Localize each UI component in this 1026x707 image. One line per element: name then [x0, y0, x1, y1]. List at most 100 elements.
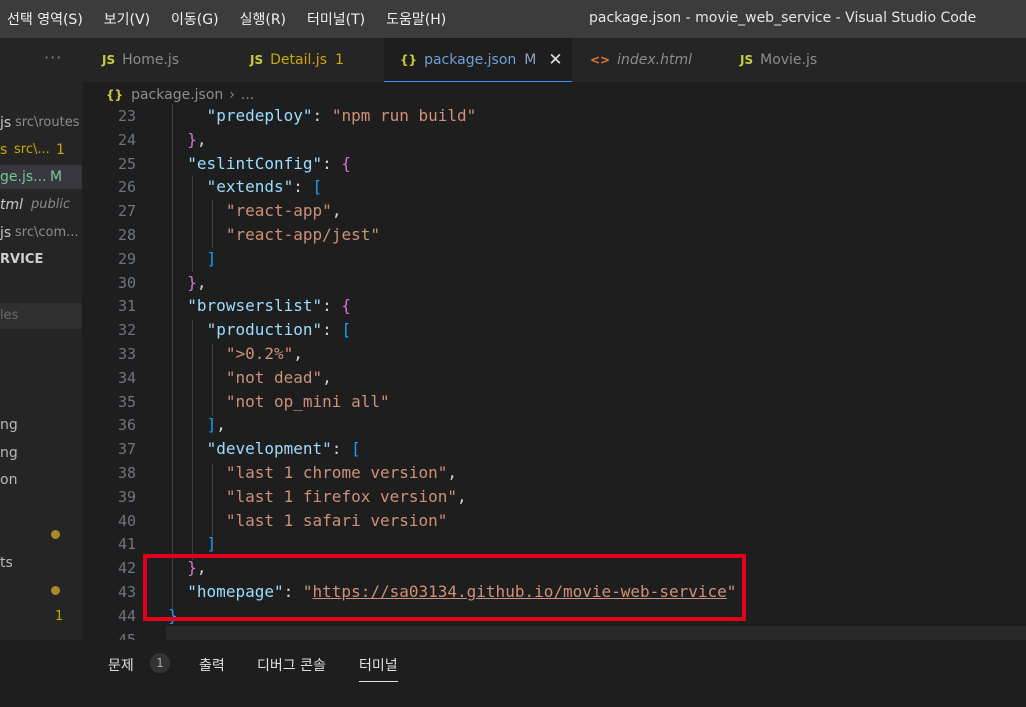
tree-item[interactable]: ng — [0, 417, 18, 433]
line-number: 37 — [117, 440, 136, 459]
open-editor-item[interactable]: s src\... 1 — [0, 138, 82, 162]
code-text: "last 1 chrome version", — [225, 463, 458, 482]
modified-dot-icon — [51, 586, 60, 595]
breadcrumb-file[interactable]: package.json — [131, 87, 223, 103]
line-number: 42 — [117, 559, 136, 578]
open-editor-item[interactable]: js src\com... — [0, 221, 82, 245]
code-text: }, — [187, 129, 207, 149]
open-editor-dir: src\routes — [15, 115, 80, 130]
code-line[interactable]: 34 "not dead", — [82, 366, 1026, 390]
open-editor-name: tml — [0, 197, 24, 213]
open-editor-dir: public — [31, 197, 71, 212]
tab-detail-js[interactable]: JS Detail.js 1 — [250, 38, 344, 82]
tab-index-html[interactable]: <> index.html — [590, 38, 692, 82]
tree-item[interactable]: ng — [0, 445, 18, 461]
html-file-icon: <> — [590, 53, 611, 67]
title-bar: 선택 영역(S) 보기(V) 이동(G) 실행(R) 터미널(T) 도움말(H)… — [0, 0, 1026, 38]
line-number: 27 — [117, 202, 136, 221]
tab-terminal[interactable]: 터미널 — [359, 655, 398, 682]
open-editor-name: js — [0, 115, 12, 131]
code-line[interactable]: 39 "last 1 firefox version", — [82, 485, 1026, 509]
tab-debug-console[interactable]: 디버그 콘솔 — [257, 655, 326, 675]
code-text: ">0.2%", — [225, 344, 303, 363]
code-line[interactable]: 30 }, — [82, 271, 1026, 295]
tab-problems[interactable]: 문제 — [108, 655, 134, 675]
code-text: "predeploy": "npm run build" — [206, 106, 477, 125]
tab-output[interactable]: 출력 — [199, 655, 225, 675]
open-editor-name: ge.js... — [0, 169, 47, 185]
tab-package-json[interactable]: {} package.json M ✕ — [384, 38, 572, 82]
tab-label: Home.js — [122, 52, 180, 68]
tab-home-js[interactable]: JS Home.js — [102, 38, 179, 82]
menu-selection[interactable]: 선택 영역(S) — [7, 9, 83, 29]
tab-movie-js[interactable]: JS Movie.js — [740, 38, 817, 82]
tab-label: Detail.js — [270, 52, 327, 68]
line-number: 24 — [117, 130, 136, 149]
code-line[interactable]: 38 "last 1 chrome version", — [82, 461, 1026, 485]
modified-badge: M — [524, 51, 537, 68]
code-text: ] — [206, 534, 217, 554]
problem-count-badge: 1 — [55, 609, 64, 624]
line-number: 38 — [117, 464, 136, 482]
code-text: "extends": [ — [206, 177, 323, 197]
line-number: 31 — [117, 297, 136, 316]
line-number: 34 — [117, 368, 136, 387]
code-line[interactable]: 26 "extends": [ — [82, 175, 1026, 199]
code-line[interactable]: 27 "react-app", — [82, 199, 1026, 223]
project-section-header[interactable]: RVICE — [0, 252, 43, 267]
problems-count-badge: 1 — [150, 653, 170, 673]
code-line[interactable]: 25 "eslintConfig": { — [82, 152, 1026, 176]
close-icon[interactable]: ✕ — [548, 50, 562, 70]
code-line[interactable]: 23 "predeploy": "npm run build" — [82, 104, 1026, 128]
breadcrumb-more[interactable]: ... — [241, 87, 254, 103]
code-line[interactable]: 37 "development": [ — [82, 437, 1026, 461]
code-line[interactable]: 31 "browserslist": { — [82, 294, 1026, 318]
search-input[interactable]: les — [0, 303, 82, 329]
code-text: "not dead", — [225, 367, 332, 387]
menu-view[interactable]: 보기(V) — [104, 9, 150, 29]
line-number: 41 — [117, 535, 136, 554]
current-line-highlight — [166, 626, 1026, 640]
code-line[interactable]: 40 "last 1 safari version" — [82, 509, 1026, 533]
code-text: "eslintConfig": { — [187, 153, 352, 173]
explorer-sidebar: ··· js src\routes s src\... 1 ge.js... M… — [0, 38, 82, 707]
tree-item[interactable]: on — [0, 472, 17, 488]
json-file-icon: {} — [400, 52, 418, 67]
line-number: 23 — [117, 107, 136, 125]
code-line[interactable]: 29 ] — [82, 247, 1026, 271]
code-text: }, — [187, 272, 207, 292]
code-line[interactable]: 36 ], — [82, 413, 1026, 437]
menu-run[interactable]: 실행(R) — [240, 9, 286, 29]
line-number: 32 — [117, 321, 136, 340]
breadcrumb: {} package.json › ... — [106, 84, 254, 106]
open-editor-item[interactable]: tml public — [0, 193, 82, 217]
open-editor-item-active[interactable]: ge.js... M — [0, 165, 82, 189]
tab-label: index.html — [617, 52, 692, 68]
code-text: "react-app", — [225, 201, 342, 221]
code-text: ] — [206, 248, 217, 268]
menu-help[interactable]: 도움말(H) — [386, 9, 446, 29]
code-line[interactable]: 24 }, — [82, 128, 1026, 152]
editor-tab-bar: JS Home.js JS Detail.js 1 {} package.jso… — [82, 38, 1026, 82]
menu-go[interactable]: 이동(G) — [171, 9, 219, 29]
code-line[interactable]: 28 "react-app/jest" — [82, 223, 1026, 247]
code-text: "browserslist": { — [187, 296, 352, 316]
js-file-icon: JS — [250, 53, 264, 67]
js-file-icon: JS — [740, 53, 754, 67]
code-text: "not op_mini all" — [225, 391, 390, 411]
more-actions-icon[interactable]: ··· — [44, 48, 62, 67]
open-editor-name: s — [0, 142, 8, 158]
modified-dot-icon — [51, 530, 60, 539]
open-editor-item[interactable]: js src\routes — [0, 111, 82, 135]
menu-terminal[interactable]: 터미널(T) — [307, 9, 365, 29]
tree-item[interactable]: ts — [0, 555, 13, 571]
red-highlight-box — [143, 554, 746, 621]
js-file-icon: JS — [102, 53, 116, 67]
code-line[interactable]: 33 ">0.2%", — [82, 342, 1026, 366]
bottom-panel: 문제 1 출력 디버그 콘솔 터미널 — [0, 640, 1026, 707]
code-line[interactable]: 41 ] — [82, 532, 1026, 556]
tab-label: package.json — [424, 51, 517, 68]
code-line[interactable]: 35 "not op_mini all" — [82, 390, 1026, 414]
modified-badge: M — [50, 169, 63, 185]
code-line[interactable]: 32 "production": [ — [82, 318, 1026, 342]
